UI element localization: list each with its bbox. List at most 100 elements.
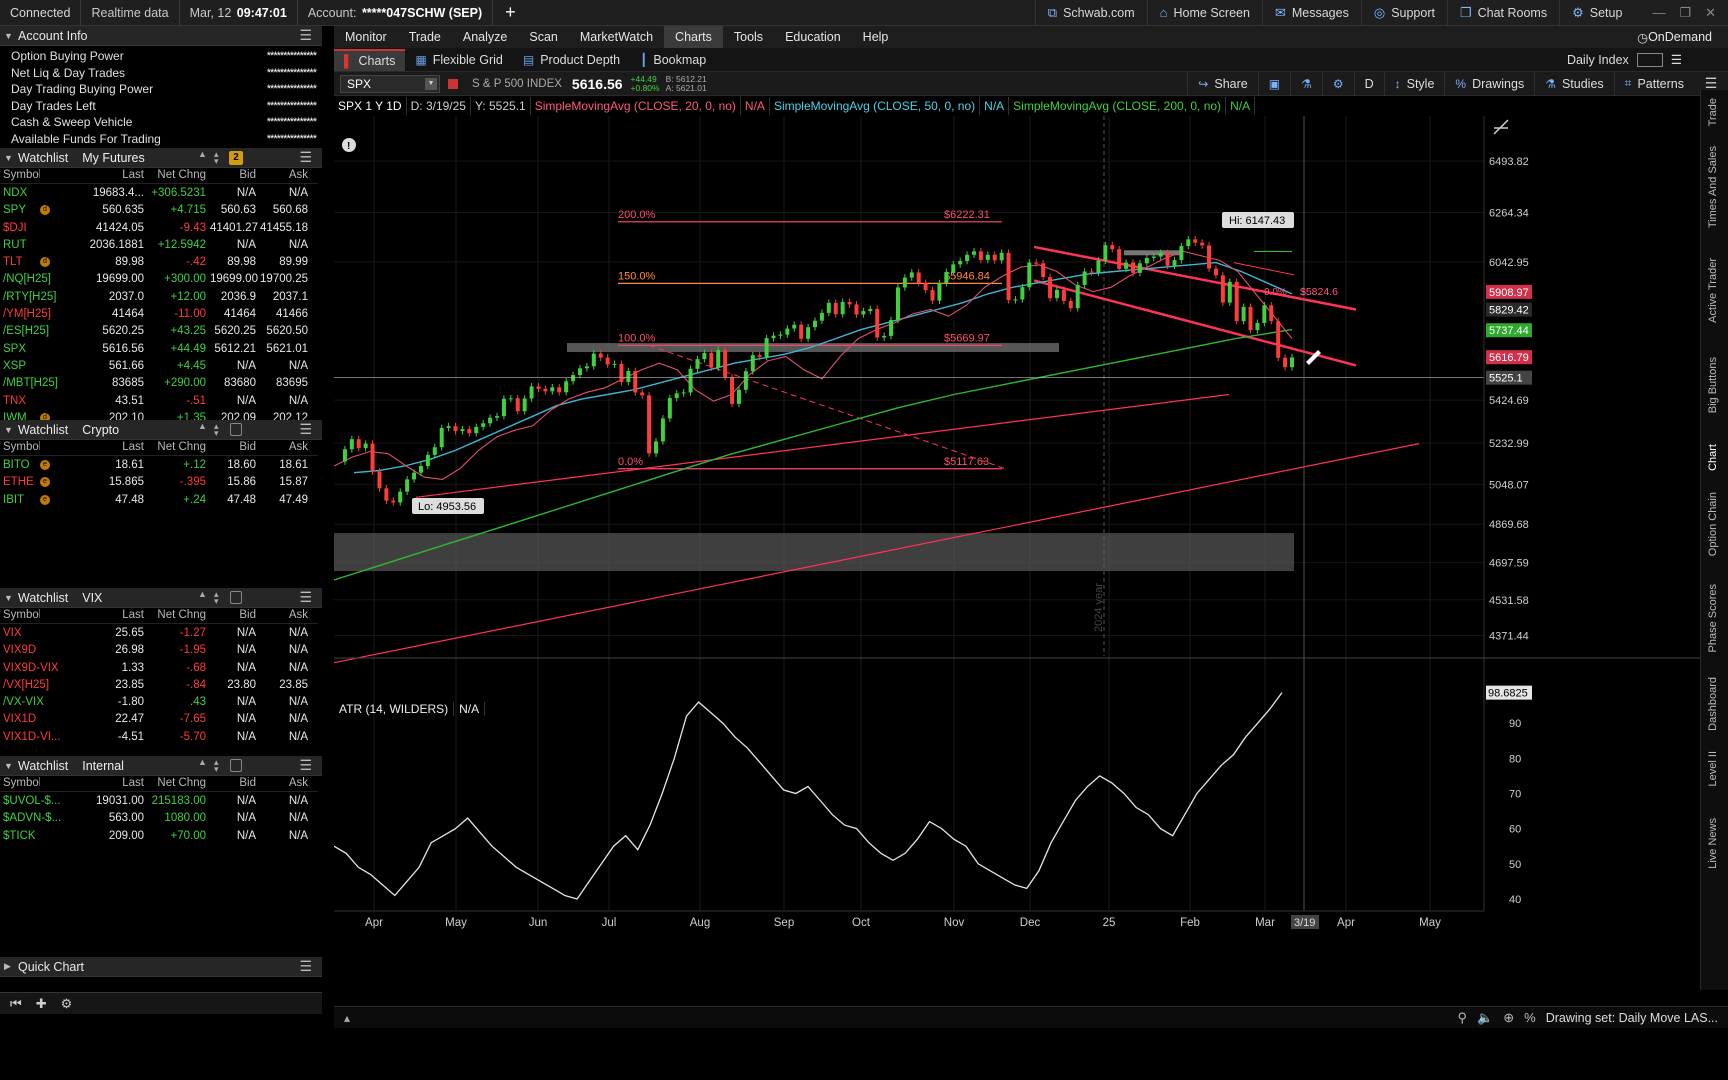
watchlist-header[interactable]: ▼ Watchlist VIX ▲ ▴ ▾ ☰ [0,588,322,608]
camera-button[interactable]: ▣ [1257,71,1290,96]
tab-help[interactable]: Help [852,26,900,48]
percent-icon[interactable]: % [1524,1010,1536,1025]
column-header[interactable]: Last [84,169,148,181]
row-symbol[interactable]: /NQ[H25] [0,273,51,285]
menu-icon[interactable]: ☰ [299,149,312,166]
topbar-link-schwab-com[interactable]: ⧉ Schwab.com [1034,0,1147,26]
watchlist-selector[interactable]: Crypto [82,423,119,437]
watchlist-row[interactable]: VIX9D 26.98 -1.95 N/A N/A [0,642,318,659]
drawing-set[interactable]: Drawing set: Daily Move LAS... [1546,1011,1718,1025]
menu-icon[interactable]: ☰ [299,27,312,44]
study-legend-item[interactable]: N/A [1226,97,1256,115]
watchlist-header[interactable]: ▼ Watchlist My Futures ▲ ▴ ▾ 2 ☰ [0,148,322,168]
add-icon[interactable]: + [493,2,528,23]
gear-button[interactable]: ⚙ [1321,71,1354,96]
subtab-product-depth[interactable]: ▤ Product Depth [513,49,630,71]
symbol-input[interactable]: SPX ▼ [340,74,440,93]
row-symbol[interactable]: /VX-VIX [0,696,44,708]
tab-monitor[interactable]: Monitor [334,26,398,48]
chart-canvas[interactable]: 2024 year 200.0% $6222.31 150.0% $5946.84 100… [334,116,1700,1006]
consolidation-zone[interactable] [1124,250,1182,256]
row-symbol[interactable]: $UVOL-$... [0,795,61,807]
scroll-handle-icon[interactable]: ▴ [344,1011,350,1025]
column-header[interactable]: Ask [260,609,312,621]
watchlist-row[interactable]: SPX 5616.56 +44.49 5612.21 5621.01 [0,340,318,357]
watchlist-row[interactable]: VIX9D-VIX 1.33 -.68 N/A N/A [0,659,318,676]
menu-icon[interactable]: ☰ [299,589,312,606]
copy-icon[interactable] [230,591,242,604]
watchlist-row[interactable]: $DJI 41424.05 -9.43 41401.27 41455.18 [0,219,318,236]
row-symbol[interactable]: VIX1D [0,713,40,725]
tab-analyze[interactable]: Analyze [452,26,518,48]
minimize-icon[interactable]: — [1652,5,1665,20]
topbar-link-messages[interactable]: ✉ Messages [1261,0,1361,26]
column-header[interactable]: Symbol [0,609,40,621]
row-symbol[interactable]: RUT [0,239,40,251]
row-symbol[interactable]: VIX9D [0,644,40,656]
watchlist-header[interactable]: ▼ Watchlist Internal ▲ ▴ ▾ ☰ [0,756,322,776]
crosshair-icon[interactable]: ⊕ [1503,1010,1514,1026]
right-tab-chart[interactable]: Chart [1707,444,1719,471]
collapse-icon[interactable]: ⏮ [10,996,22,1012]
column-header[interactable]: Bid [210,169,260,181]
watchlist-row[interactable]: $UVOL-$... 19031.00 215183.00 N/A N/A [0,792,318,809]
row-symbol[interactable]: $ADVN-$... [0,812,61,824]
restore-icon[interactable]: ❐ [1679,5,1691,21]
study-legend-item[interactable]: SimpleMovingAvg (CLOSE, 20, 0, no) [531,97,741,115]
row-symbol[interactable]: VIX9D-VIX [0,662,59,674]
row-symbol[interactable]: NDX [0,187,40,199]
row-symbol[interactable]: ETHE [0,476,40,488]
spinner-icon[interactable]: ▾ [214,765,219,774]
column-header[interactable]: Net Chng [148,609,210,621]
tab-marketwatch[interactable]: MarketWatch [569,26,664,48]
watchlist-row[interactable]: $ADVN-$... 563.00 1080.00 N/A N/A [0,810,318,827]
right-tab-active-trader[interactable]: Active Trader [1707,258,1719,323]
watchlist-row[interactable]: SPY d 560.635 +4.715 560.63 560.68 [0,202,318,219]
menu-icon[interactable]: ☰ [1671,52,1682,67]
study-legend-item[interactable]: SimpleMovingAvg (CLOSE, 200, 0, no) [1009,97,1227,115]
column-header[interactable]: Symbol [0,169,40,181]
right-tab-trade[interactable]: Trade [1707,98,1719,126]
study-legend-item[interactable]: SimpleMovingAvg (CLOSE, 50, 0, no) [770,97,981,115]
row-symbol[interactable]: TLT [0,256,40,268]
watchlist-row[interactable]: /RTY[H25] 2037.0 +12.00 2036.9 2037.1 [0,288,318,305]
watchlist-row[interactable]: IBIT e 47.48 +.24 47.48 47.49 [0,491,318,508]
layout-selector[interactable] [1636,52,1663,67]
watchlist-header[interactable]: ▼ Watchlist Crypto ▲ ▴ ▾ ☰ [0,420,322,440]
chevron-down-icon[interactable]: ▼ [4,761,14,771]
chevron-right-icon[interactable]: ▶ [4,961,14,972]
chevron-updown-icon[interactable]: ▲ [198,422,207,431]
menu-icon[interactable]: ☰ [299,421,312,438]
add-gadget-icon[interactable]: ✚ [36,996,47,1012]
chevron-updown-icon[interactable]: ▲ [198,758,207,767]
flask-button[interactable]: ⚗ [1290,71,1322,96]
menu-icon[interactable]: ☰ [299,757,312,774]
column-header[interactable]: Bid [210,441,260,453]
chevron-down-icon[interactable]: ▼ [4,425,14,435]
topbar-link-setup[interactable]: ⚙ Setup [1559,0,1634,26]
copy-icon[interactable] [230,423,242,436]
column-header[interactable]: Last [84,777,148,789]
column-header[interactable]: Ask [260,441,312,453]
close-icon[interactable]: ✕ [1705,5,1716,21]
watchlist-row[interactable]: RUT 2036.1881 +12.5942 N/A N/A [0,236,318,253]
column-header[interactable]: Ask [260,777,312,789]
zoom-icon[interactable]: ⚲ [1458,1010,1468,1026]
row-symbol[interactable]: /ES[H25] [0,325,49,337]
column-header[interactable]: Symbol [0,441,40,453]
chevron-down-icon[interactable]: ▼ [4,31,14,41]
quick-chart-header[interactable]: ▶ Quick Chart ☰ [0,957,322,977]
column-header[interactable]: Net Chng [148,169,210,181]
studies-button[interactable]: ⚗ Studies [1534,71,1613,96]
topbar-link-home-screen[interactable]: ⌂ Home Screen [1146,0,1262,26]
tab-scan[interactable]: Scan [518,26,569,48]
watchlist-selector[interactable]: VIX [82,591,102,605]
watchlist-row[interactable]: XSP 561.66 +4.45 N/A N/A [0,357,318,374]
tab-charts[interactable]: Charts [664,26,723,48]
chevron-updown-icon[interactable]: ▲ [198,150,207,159]
spinner-icon[interactable]: ▾ [214,429,219,438]
row-symbol[interactable]: /MBT[H25] [0,377,58,389]
watchlist-row[interactable]: ETHE e 15.865 -.395 15.86 15.87 [0,474,318,491]
volume-icon[interactable]: 🔈 [1477,1010,1493,1026]
study-legend-item[interactable]: N/A [741,97,770,115]
